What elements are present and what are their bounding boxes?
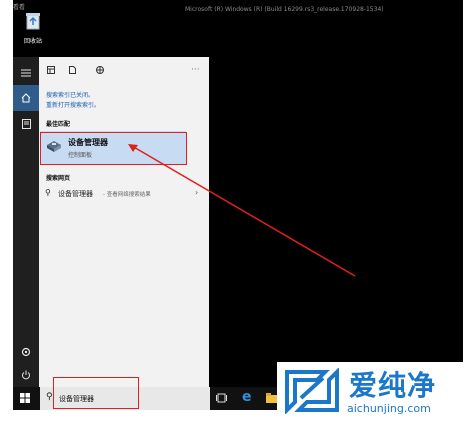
watermark-url: aichunjing.com <box>347 402 431 415</box>
annotation-arrow <box>128 144 356 277</box>
watermark-logo-icon <box>285 368 339 414</box>
site-watermark: 爱纯净 aichunjing.com <box>277 362 463 420</box>
watermark-text: 爱纯净 <box>349 369 437 402</box>
screenshot: { "desktop": { "build_text": "Microsoft … <box>0 0 475 423</box>
